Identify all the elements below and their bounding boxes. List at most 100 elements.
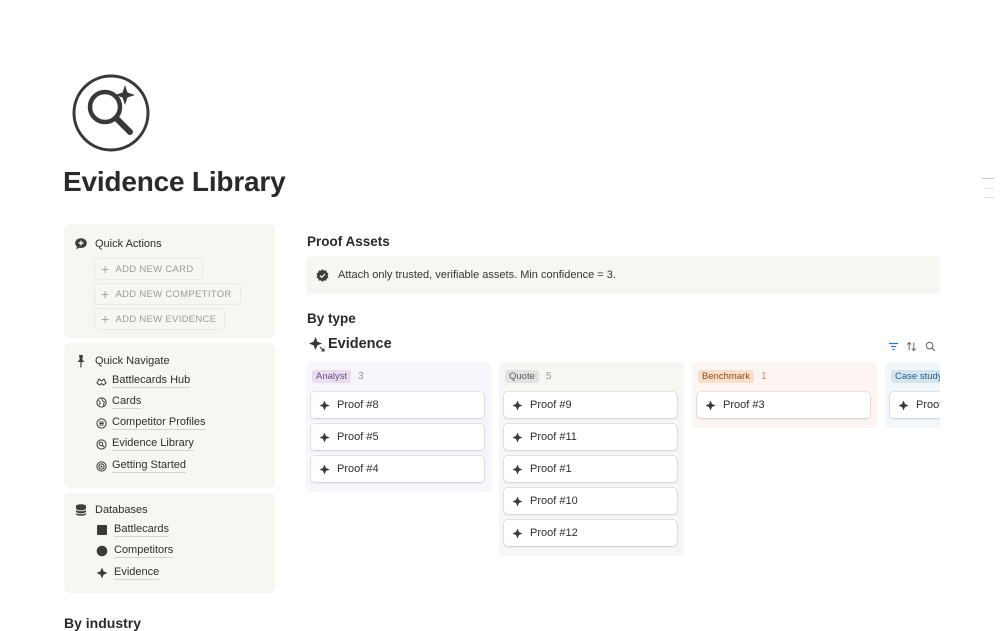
- database-icon: [74, 503, 88, 517]
- card-title: Proof #9: [530, 399, 572, 411]
- evidence-card[interactable]: Proof #8: [311, 392, 484, 418]
- sort-icon[interactable]: [906, 339, 917, 352]
- column-tag: Case study: [891, 370, 940, 383]
- card-title: Proof: [916, 399, 940, 411]
- evidence-card[interactable]: Proof #9: [504, 392, 677, 418]
- outline-marker[interactable]: [982, 178, 994, 179]
- databases-title: Databases: [95, 504, 148, 516]
- sparkle-icon: [96, 567, 108, 579]
- column-header: Quote 5: [505, 370, 551, 383]
- nav-link-evidence-library[interactable]: Evidence Library: [96, 437, 194, 451]
- add-new-evidence-button[interactable]: + ADD NEW EVIDENCE: [94, 308, 226, 330]
- target-icon: [96, 460, 107, 472]
- column-header: Case study: [891, 370, 940, 383]
- board-column: Benchmark 1 Proof #3: [692, 362, 877, 428]
- card-title: Proof #1: [530, 463, 572, 475]
- db-link-label: Evidence: [114, 566, 160, 580]
- sparkle-icon: [309, 336, 325, 352]
- evidence-card[interactable]: Proof #3: [697, 392, 870, 418]
- column-count: 1: [761, 371, 767, 382]
- page-title: Evidence Library: [63, 166, 286, 197]
- plus-icon: +: [101, 311, 110, 327]
- db-link-competitors[interactable]: Competitors: [96, 544, 174, 558]
- magnifier-icon: [96, 438, 107, 450]
- evidence-card[interactable]: Proof #5: [311, 424, 484, 450]
- column-tag: Analyst: [312, 370, 352, 383]
- evidence-card[interactable]: Proof #12: [504, 520, 677, 546]
- databases-header: Databases: [74, 503, 148, 517]
- board-column: Analyst 3 Proof #8 Proof #5 Proof #4: [306, 362, 491, 492]
- evidence-card[interactable]: Proof #10: [504, 488, 677, 514]
- quick-actions-panel: Quick Actions + ADD NEW CARD + ADD NEW C…: [64, 224, 275, 338]
- add-new-competitor-label: ADD NEW COMPETITOR: [115, 288, 232, 300]
- evidence-database-title[interactable]: Evidence: [309, 336, 392, 352]
- column-count: 3: [358, 371, 364, 382]
- callout-text: Attach only trusted, verifiable assets. …: [338, 269, 616, 281]
- nav-link-label: Competitor Profiles: [112, 416, 206, 430]
- column-count: 5: [545, 371, 552, 382]
- quick-navigate-panel: Quick Navigate Battlecards Hub Cards Com…: [64, 343, 275, 488]
- page-magnifier-sparkle-icon: [70, 72, 152, 154]
- database-title-text: Evidence: [328, 336, 392, 352]
- sparkle-icon: [319, 463, 330, 475]
- by-industry-heading: By industry: [64, 615, 142, 631]
- db-link-label: Battlecards: [114, 523, 170, 537]
- by-type-heading: By type: [307, 311, 356, 326]
- sparkle-icon: [319, 431, 330, 443]
- column-header: Benchmark 1: [698, 370, 767, 383]
- pin-icon: [74, 354, 88, 368]
- globe-icon: [96, 396, 107, 408]
- card-title: Proof #11: [530, 431, 577, 443]
- databases-panel: Databases Battlecards Competitors Eviden…: [64, 493, 275, 593]
- column-tag: Benchmark: [698, 370, 755, 383]
- outline-marker[interactable]: [984, 188, 994, 189]
- add-new-card-button[interactable]: + ADD NEW CARD: [94, 258, 203, 280]
- hands-icon: [96, 376, 107, 387]
- evidence-card[interactable]: Proof #11: [504, 424, 677, 450]
- card-title: Proof #3: [723, 399, 765, 411]
- search-icon[interactable]: [925, 339, 936, 352]
- chat-plus-icon: [74, 237, 88, 251]
- nav-link-cards[interactable]: Cards: [96, 395, 142, 409]
- nav-link-battlecards-hub[interactable]: Battlecards Hub: [96, 374, 191, 388]
- sparkle-icon: [512, 463, 523, 475]
- sparkle-icon: [512, 495, 523, 507]
- sparkle-icon: [705, 399, 716, 411]
- card-title: Proof #4: [337, 463, 379, 475]
- board-column: Quote 5 Proof #9 Proof #11 Proof #1 Proof #10…: [499, 362, 684, 556]
- filter-icon[interactable]: [888, 339, 899, 351]
- evidence-card[interactable]: Proof #1: [504, 456, 677, 482]
- quick-actions-header: Quick Actions: [74, 237, 162, 251]
- card-title: Proof #5: [337, 431, 379, 443]
- column-header: Analyst 3: [312, 370, 364, 383]
- card-title: Proof #10: [530, 495, 578, 507]
- nav-link-label: Battlecards Hub: [112, 374, 191, 388]
- column-tag: Quote: [505, 370, 539, 383]
- outline-marker[interactable]: [984, 197, 994, 198]
- card-title: Proof #12: [530, 527, 578, 539]
- add-new-evidence-label: ADD NEW EVIDENCE: [115, 313, 217, 325]
- nav-link-competitor-profiles[interactable]: Competitor Profiles: [96, 416, 206, 430]
- circle-icon: [96, 545, 108, 557]
- add-new-competitor-button[interactable]: + ADD NEW COMPETITOR: [94, 283, 241, 305]
- db-link-evidence[interactable]: Evidence: [96, 566, 160, 580]
- nav-link-getting-started[interactable]: Getting Started: [96, 459, 186, 473]
- nav-link-label: Getting Started: [112, 459, 186, 473]
- sparkle-icon: [319, 399, 330, 411]
- quick-navigate-title: Quick Navigate: [95, 355, 170, 367]
- add-new-card-label: ADD NEW CARD: [115, 263, 194, 275]
- evidence-card[interactable]: Proof #4: [311, 456, 484, 482]
- callout: Attach only trusted, verifiable assets. …: [306, 256, 940, 294]
- lines-icon: [96, 417, 107, 429]
- proof-assets-heading: Proof Assets: [307, 234, 390, 249]
- square-icon: [96, 524, 108, 536]
- plus-icon: +: [101, 286, 110, 302]
- sparkle-icon: [512, 399, 523, 411]
- evidence-card[interactable]: Proof: [890, 392, 940, 418]
- board-column: Case study Proof: [885, 362, 940, 428]
- nav-link-label: Evidence Library: [112, 437, 194, 451]
- plus-icon: +: [101, 261, 110, 277]
- quick-navigate-header: Quick Navigate: [74, 354, 170, 368]
- card-title: Proof #8: [337, 399, 379, 411]
- db-link-battlecards[interactable]: Battlecards: [96, 523, 170, 537]
